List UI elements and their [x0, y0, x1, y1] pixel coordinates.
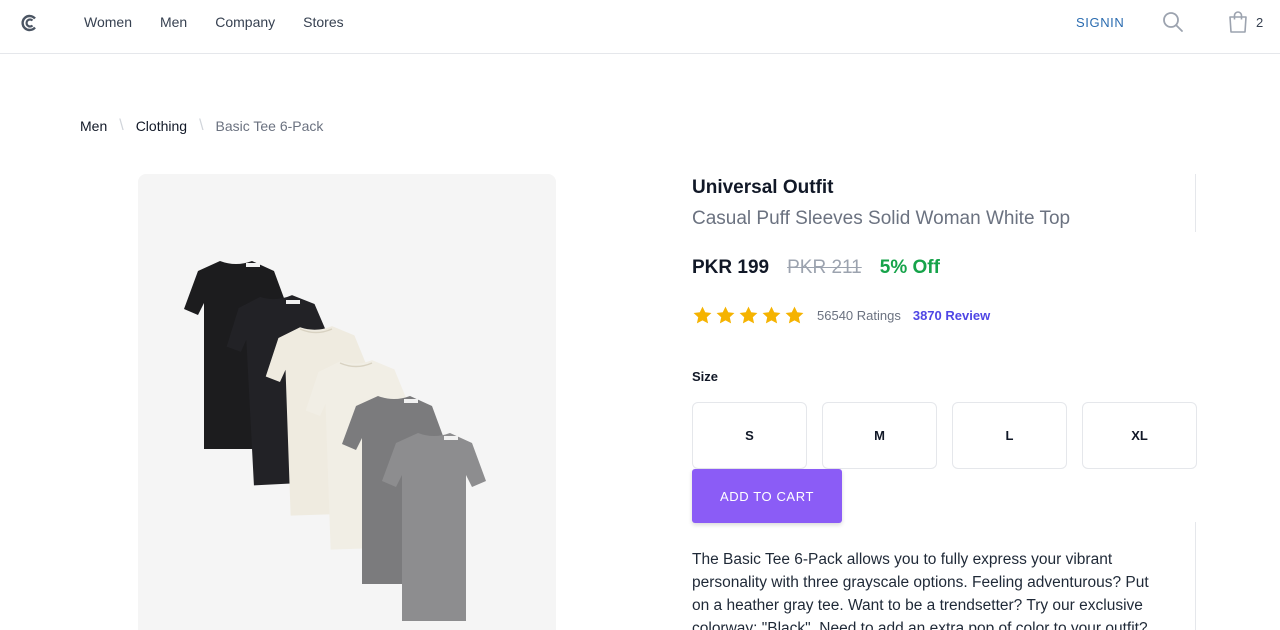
star-icon	[716, 306, 735, 324]
nav-item-women[interactable]: Women	[84, 14, 132, 30]
reviews-link[interactable]: 3870 Review	[913, 308, 990, 323]
main-nav: Women Men Company Stores	[84, 0, 372, 44]
star-icon	[693, 306, 712, 324]
nav-item-men[interactable]: Men	[160, 14, 187, 30]
product-title: Casual Puff Sleeves Solid Woman White To…	[692, 208, 1071, 229]
price-row: PKR 199 PKR 211 5% Off	[692, 257, 940, 279]
star-icon	[739, 306, 758, 324]
breadcrumb: Men \ Clothing \ Basic Tee 6-Pack	[80, 117, 323, 135]
breadcrumb-current: Basic Tee 6-Pack	[215, 118, 324, 134]
brand-logo-icon[interactable]	[20, 13, 40, 33]
site-header: Women Men Company Stores SIGNIN 2	[0, 0, 1280, 54]
breadcrumb-men[interactable]: Men	[80, 118, 107, 134]
discount-badge: 5% Off	[879, 257, 940, 278]
breadcrumb-separator: \	[199, 117, 204, 134]
nav-item-company[interactable]: Company	[215, 14, 275, 30]
product-description: The Basic Tee 6-Pack allows you to fully…	[692, 551, 1149, 630]
product-image[interactable]	[138, 174, 556, 630]
size-option-m[interactable]: M	[822, 402, 937, 469]
divider-top	[1195, 174, 1196, 232]
signin-link[interactable]: SIGNIN	[1076, 15, 1124, 30]
size-label: Size	[692, 369, 719, 384]
nav-item-stores[interactable]: Stores	[303, 14, 343, 30]
add-to-cart-button[interactable]: ADD TO CART	[692, 469, 842, 523]
search-icon[interactable]	[1162, 11, 1184, 33]
product-brand: Universal Outfit	[692, 177, 834, 198]
shopping-bag-icon	[1229, 11, 1247, 33]
breadcrumb-separator: \	[119, 117, 124, 134]
size-option-xl[interactable]: XL	[1082, 402, 1197, 469]
star-icon	[785, 306, 804, 324]
ratings-count: 56540 Ratings	[817, 308, 901, 323]
star-icon	[762, 306, 781, 324]
size-option-s[interactable]: S	[692, 402, 807, 469]
cart-count: 2	[1256, 14, 1264, 30]
rating-row: 56540 Ratings 3870 Review	[692, 305, 990, 326]
divider-bottom	[1195, 522, 1196, 630]
current-price: PKR 199	[692, 257, 770, 278]
original-price: PKR 211	[787, 257, 862, 278]
breadcrumb-clothing[interactable]: Clothing	[136, 118, 187, 134]
star-rating	[692, 305, 805, 326]
cart-button[interactable]: 2	[1228, 10, 1263, 34]
tshirt-stack-image	[184, 261, 486, 621]
size-selector: S M L XL	[692, 402, 1197, 469]
size-option-l[interactable]: L	[952, 402, 1067, 469]
